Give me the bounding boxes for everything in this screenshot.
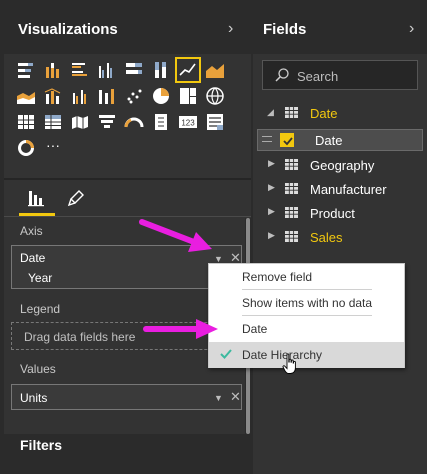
tree-item-manufacturer[interactable]: ▶ Manufacturer <box>253 178 427 200</box>
values-label: Values <box>20 362 56 376</box>
tree-label: Manufacturer <box>310 182 387 197</box>
slicer-icon[interactable] <box>149 110 173 134</box>
table-visual-icon[interactable] <box>14 110 38 134</box>
map-icon[interactable] <box>203 84 227 108</box>
search-placeholder: Search <box>297 69 339 84</box>
expand-right-icon[interactable]: ▶ <box>268 206 275 217</box>
menu-item-label: Show items with no data <box>242 296 373 310</box>
tree-label: Sales <box>310 230 343 245</box>
area-chart-icon[interactable] <box>203 58 227 82</box>
filters-title: Filters <box>20 437 63 453</box>
tree-label: Product <box>310 206 355 221</box>
card-icon[interactable]: 123 <box>176 110 200 134</box>
tree-item-sales[interactable]: ▶ Sales <box>253 226 427 248</box>
annotation-arrow-icon <box>143 319 218 339</box>
tree-item-product[interactable]: ▶ Product <box>253 202 427 224</box>
tree-item-date-table[interactable]: ◢ Date <box>253 102 427 124</box>
drag-handle-icon[interactable] <box>262 136 272 142</box>
treemap-icon[interactable] <box>176 84 200 108</box>
field-label: Date <box>315 133 343 148</box>
hand-cursor-icon <box>282 353 296 374</box>
annotation-arrow-icon <box>139 219 212 252</box>
filled-map-icon[interactable] <box>68 110 92 134</box>
values-well[interactable]: Units ▼ ✕ <box>11 384 242 410</box>
pane-divider <box>4 178 251 180</box>
values-field-units[interactable]: Units <box>20 391 47 405</box>
app-frame: Visualizations › 123 ··· Axis Date Year … <box>0 0 427 474</box>
funnel-icon[interactable] <box>95 110 119 134</box>
line-chart-icon[interactable] <box>175 57 201 83</box>
expand-right-icon[interactable]: ▶ <box>268 158 275 169</box>
table-icon <box>285 107 298 118</box>
bar-chart-icon[interactable] <box>26 188 46 208</box>
clustered-column-chart-icon[interactable] <box>95 58 119 82</box>
table-icon <box>285 159 298 170</box>
expand-right-icon[interactable]: ▶ <box>268 182 275 193</box>
chevron-right-icon[interactable]: › <box>228 20 233 38</box>
context-menu: Remove field Show items with no data Dat… <box>208 263 405 368</box>
axis-field-year[interactable]: Year <box>28 271 52 285</box>
stacked-column-chart-icon[interactable] <box>41 58 65 82</box>
menu-item-show-items-no-data[interactable]: Show items with no data <box>209 290 404 316</box>
search-icon <box>275 68 289 82</box>
table-icon <box>285 231 298 242</box>
legend-placeholder: Drag data fields here <box>24 330 136 344</box>
menu-item-label: Date <box>242 322 268 336</box>
multi-row-card-icon[interactable] <box>203 110 227 134</box>
stacked-bar-chart-icon[interactable] <box>14 58 38 82</box>
tree-item-geography[interactable]: ▶ Geography <box>253 154 427 176</box>
visualizations-title: Visualizations <box>18 21 118 38</box>
chevron-right-icon[interactable]: › <box>409 20 414 38</box>
tree-label: Date <box>310 106 338 121</box>
expand-right-icon[interactable]: ▶ <box>268 230 275 241</box>
line-and-clustered-column-chart-icon[interactable] <box>68 84 92 108</box>
axis-label: Axis <box>20 224 43 238</box>
close-icon[interactable]: ✕ <box>230 389 241 405</box>
menu-item-remove-field[interactable]: Remove field <box>209 264 404 290</box>
matrix-icon[interactable] <box>41 110 65 134</box>
donut-chart-icon[interactable] <box>14 136 38 160</box>
table-icon <box>285 207 298 218</box>
pie-chart-icon[interactable] <box>149 84 173 108</box>
100-stacked-bar-chart-icon[interactable] <box>122 58 146 82</box>
ribbon-chart-icon[interactable] <box>95 84 119 108</box>
gauge-icon[interactable] <box>122 110 146 134</box>
checkmark-icon <box>220 349 232 359</box>
tree-label: Geography <box>310 158 375 173</box>
clustered-bar-chart-icon[interactable] <box>68 58 92 82</box>
search-input[interactable]: Search <box>262 60 418 90</box>
fields-title: Fields <box>263 21 307 38</box>
visual-icon-grid: 123 ··· <box>14 57 236 162</box>
scatter-chart-icon[interactable] <box>122 84 146 108</box>
field-item-date[interactable]: Date <box>257 129 423 151</box>
stacked-area-chart-icon[interactable] <box>14 84 38 108</box>
line-and-stacked-column-chart-icon[interactable] <box>41 84 65 108</box>
legend-label: Legend <box>20 302 61 316</box>
100-stacked-column-chart-icon[interactable] <box>149 58 173 82</box>
axis-field-date[interactable]: Date <box>20 251 45 265</box>
more-visuals-icon[interactable]: ··· <box>41 136 65 160</box>
svg-text:123: 123 <box>181 119 195 128</box>
fields-pane: Fields › Search ◢ Date Date ▶ Geography … <box>253 4 427 474</box>
menu-item-date[interactable]: Date <box>209 316 404 342</box>
menu-item-date-hierarchy[interactable]: Date Hierarchy <box>209 342 404 368</box>
menu-item-label: Remove field <box>242 270 313 284</box>
table-icon <box>285 183 298 194</box>
checkbox-checked[interactable] <box>280 133 294 147</box>
expand-down-icon[interactable]: ◢ <box>267 107 274 118</box>
paint-roller-icon[interactable] <box>66 188 86 208</box>
chevron-down-icon[interactable]: ▼ <box>214 393 223 403</box>
